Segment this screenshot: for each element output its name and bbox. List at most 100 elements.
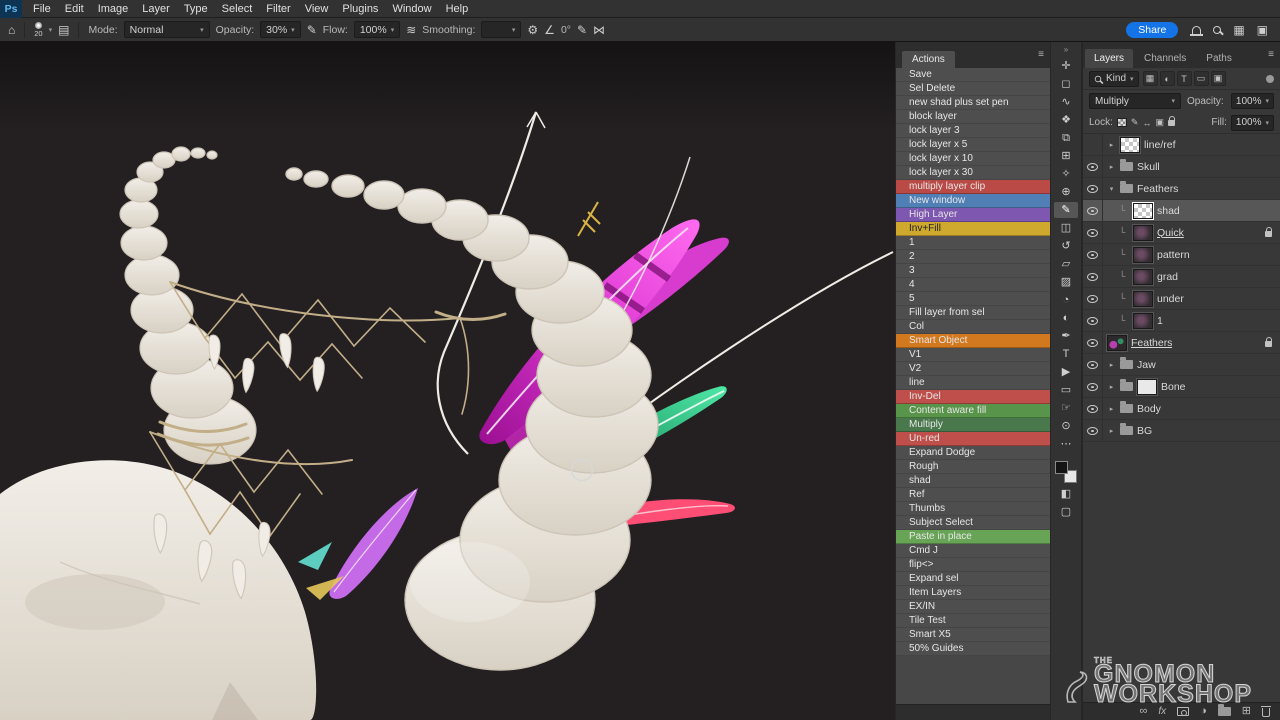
symmetry-icon[interactable]: ⋈ [593, 24, 605, 36]
layer-row-skull[interactable]: ▸Skull [1083, 156, 1280, 178]
opacity-pressure-icon[interactable]: ✎ [307, 24, 317, 36]
smoothing-field[interactable]: ▾ [481, 21, 521, 38]
new-group-icon[interactable] [1218, 707, 1231, 716]
action-item-3[interactable]: 3 [896, 264, 1050, 278]
action-item-2[interactable]: 2 [896, 250, 1050, 264]
action-item-shad[interactable]: shad [896, 474, 1050, 488]
layer-thumbnail[interactable] [1107, 335, 1127, 351]
action-item-lock-layer-x-5[interactable]: lock layer x 5 [896, 138, 1050, 152]
action-item-inv-del[interactable]: Inv-Del [896, 390, 1050, 404]
lasso-tool[interactable]: ∿ [1054, 94, 1078, 110]
share-button[interactable]: Share [1126, 22, 1178, 38]
filter-type-icon-2[interactable]: T [1177, 71, 1192, 86]
visibility-toggle[interactable] [1083, 332, 1103, 353]
edit-toolbar-icon[interactable]: ⋯ [1054, 436, 1078, 452]
move-tool[interactable]: ✛ [1054, 58, 1078, 74]
visibility-toggle[interactable] [1083, 156, 1103, 177]
expand-caret-icon[interactable]: ▸ [1107, 141, 1116, 149]
layer-name[interactable]: line/ref [1144, 139, 1176, 151]
layer-name[interactable]: under [1157, 293, 1184, 305]
tab-channels[interactable]: Channels [1135, 49, 1195, 68]
dodge-tool[interactable]: ◐ [1054, 310, 1078, 326]
shape-tool[interactable]: ▭ [1054, 382, 1078, 398]
action-item-50-guides[interactable]: 50% Guides [896, 642, 1050, 656]
layer-name[interactable]: Feathers [1137, 183, 1178, 195]
visibility-toggle[interactable] [1083, 178, 1103, 199]
action-item-line[interactable]: line [896, 376, 1050, 390]
visibility-toggle[interactable] [1083, 266, 1103, 287]
new-layer-icon[interactable]: ⊞ [1242, 706, 1251, 717]
clone-stamp-tool[interactable]: ◫ [1054, 220, 1078, 236]
lock-artboard-icon[interactable]: ▣ [1155, 117, 1164, 128]
document-canvas[interactable] [0, 42, 895, 720]
action-item-fill-layer-from-sel[interactable]: Fill layer from sel [896, 306, 1050, 320]
type-tool[interactable]: T [1054, 346, 1078, 362]
layer-name[interactable]: Body [1137, 403, 1161, 415]
healing-brush-tool[interactable]: ⊕ [1054, 184, 1078, 200]
expand-caret-icon[interactable]: ▸ [1107, 405, 1116, 413]
expand-caret-icon[interactable]: ▸ [1107, 361, 1116, 369]
layer-thumbnail[interactable] [1133, 203, 1153, 219]
opacity-field[interactable]: 30% ▾ [260, 21, 301, 38]
action-item-subject-select[interactable]: Subject Select [896, 516, 1050, 530]
action-item-block-layer[interactable]: block layer [896, 110, 1050, 124]
layer-name[interactable]: grad [1157, 271, 1178, 283]
visibility-toggle[interactable] [1083, 420, 1103, 441]
layer-name[interactable]: Feathers [1131, 337, 1172, 349]
add-layer-mask-icon[interactable] [1177, 707, 1189, 716]
menu-help[interactable]: Help [439, 3, 476, 15]
menu-plugins[interactable]: Plugins [335, 3, 385, 15]
layer-name[interactable]: Quick [1157, 227, 1184, 239]
brush-preset-picker[interactable]: 20 [34, 22, 42, 38]
pen-tool[interactable]: ✒ [1054, 328, 1078, 344]
action-item-col[interactable]: Col [896, 320, 1050, 334]
layer-row-grad[interactable]: └grad [1083, 266, 1280, 288]
tab-layers[interactable]: Layers [1085, 49, 1133, 68]
action-item-thumbs[interactable]: Thumbs [896, 502, 1050, 516]
delete-layer-icon[interactable] [1262, 708, 1270, 717]
search-icon[interactable] [1213, 26, 1221, 34]
action-item-lock-layer-x-30[interactable]: lock layer x 30 [896, 166, 1050, 180]
menu-image[interactable]: Image [91, 3, 136, 15]
action-item-v2[interactable]: V2 [896, 362, 1050, 376]
eraser-tool[interactable]: ▱ [1054, 256, 1078, 272]
layer-name[interactable]: Bone [1161, 381, 1186, 393]
quick-mask-icon[interactable]: ◧ [1054, 486, 1078, 502]
visibility-toggle[interactable] [1083, 200, 1103, 221]
color-swatches[interactable] [1054, 460, 1078, 484]
filter-type-icon-3[interactable]: ▭ [1194, 71, 1209, 86]
menu-layer[interactable]: Layer [135, 3, 177, 15]
layer-thumbnail[interactable] [1133, 291, 1153, 307]
brush-angle-value[interactable]: 0° [561, 24, 571, 36]
layer-thumbnail[interactable] [1133, 313, 1153, 329]
blend-mode-select[interactable]: Multiply ▾ [1089, 93, 1181, 109]
action-item-un-red[interactable]: Un-red [896, 432, 1050, 446]
action-item-1[interactable]: 1 [896, 236, 1050, 250]
layer-effects-icon[interactable]: fx [1158, 707, 1166, 717]
action-item-lock-layer-x-10[interactable]: lock layer x 10 [896, 152, 1050, 166]
action-item-new-window[interactable]: New window [896, 194, 1050, 208]
action-item-multiply-layer-clip[interactable]: multiply layer clip [896, 180, 1050, 194]
airbrush-icon[interactable]: ≋ [406, 24, 416, 36]
menu-view[interactable]: View [298, 3, 336, 15]
action-item-5[interactable]: 5 [896, 292, 1050, 306]
layer-row-bone[interactable]: ▸Bone [1083, 376, 1280, 398]
frame-tool[interactable]: ⊞ [1054, 148, 1078, 164]
layer-row-line-ref[interactable]: ▸ line/ref [1083, 134, 1280, 156]
home-icon[interactable]: ⌂ [8, 24, 15, 36]
layer-row-under[interactable]: └under [1083, 288, 1280, 310]
path-select-tool[interactable]: ▶ [1054, 364, 1078, 380]
layer-row-quick[interactable]: └Quick [1083, 222, 1280, 244]
filter-type-icon-1[interactable]: ◐ [1160, 71, 1175, 86]
visibility-toggle[interactable] [1083, 222, 1103, 243]
layer-row-shad[interactable]: └shad [1083, 200, 1280, 222]
lock-image-icon[interactable]: ✎ [1131, 117, 1139, 128]
menu-file[interactable]: File [26, 3, 58, 15]
layer-row-1[interactable]: └1 [1083, 310, 1280, 332]
action-item-4[interactable]: 4 [896, 278, 1050, 292]
action-item-rough[interactable]: Rough [896, 460, 1050, 474]
action-item-save[interactable]: Save [896, 68, 1050, 82]
action-item-sel-delete[interactable]: Sel Delete [896, 82, 1050, 96]
gradient-tool[interactable]: ▨ [1054, 274, 1078, 290]
zoom-tool[interactable]: ⊙ [1054, 418, 1078, 434]
